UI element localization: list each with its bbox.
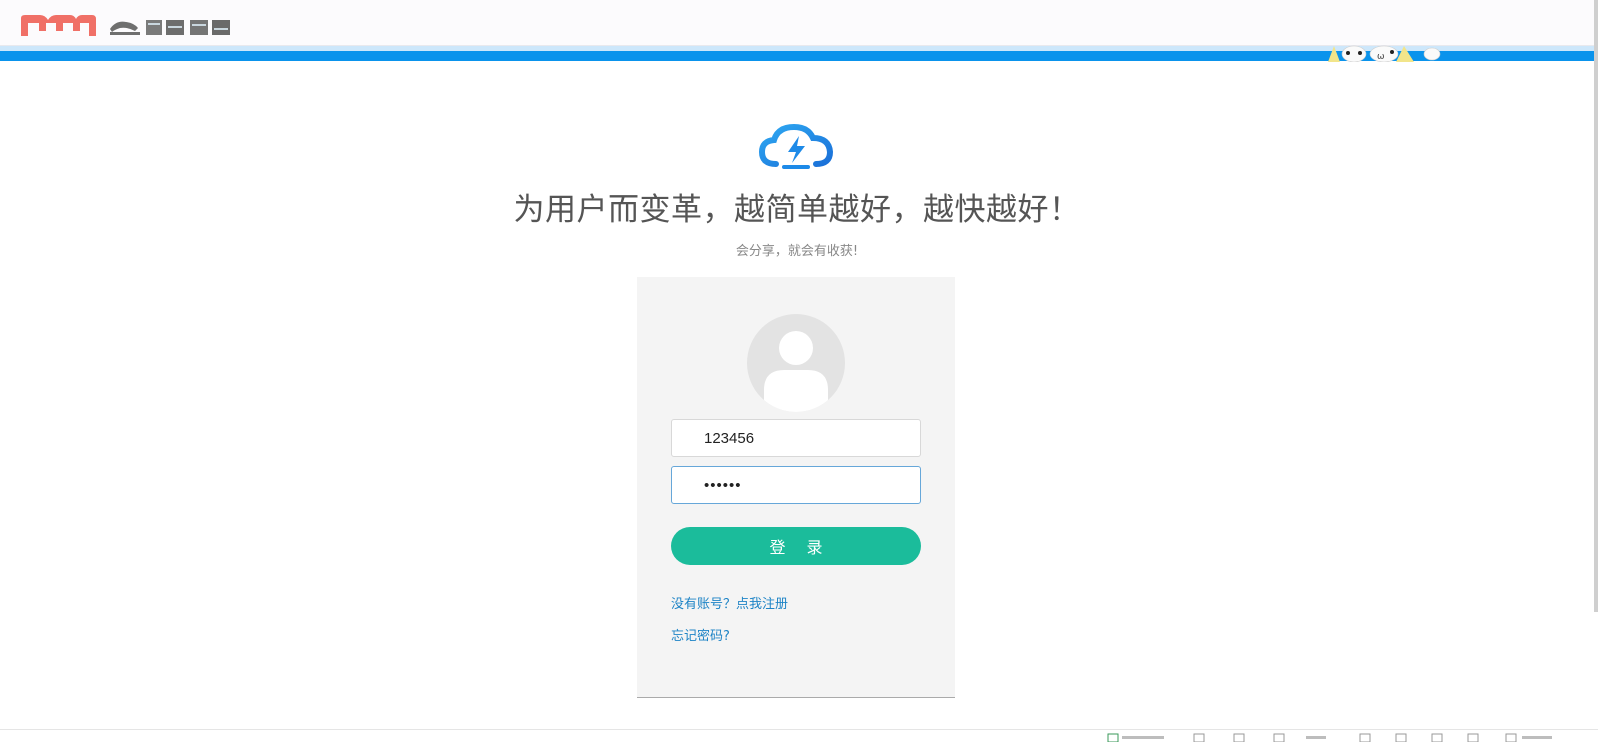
mascot-faces-icon: ω (1328, 45, 1441, 62)
user-avatar-icon (747, 314, 845, 412)
page-subheadline: 会分享，就会有收获! (735, 244, 859, 259)
page-scrollbar[interactable] (1594, 0, 1598, 612)
username-input[interactable] (671, 419, 921, 457)
password-input[interactable] (671, 466, 921, 504)
login-button[interactable]: 登 录 (671, 527, 921, 565)
brand-wordmark-icon[interactable] (108, 14, 232, 38)
page-headline: 为用户而变革，越简单越好，越快越好！ (513, 192, 1081, 228)
m-logo-icon[interactable] (18, 12, 98, 38)
lightning-cloud-icon (758, 123, 834, 169)
forgot-password-link[interactable]: 忘记密码? (671, 625, 730, 644)
svg-text:ω: ω (1377, 52, 1385, 62)
login-card: 登 录 没有账号？点我注册 忘记密码? (637, 277, 955, 698)
register-link[interactable]: 没有账号？点我注册 (671, 593, 788, 612)
top-bar (0, 0, 1594, 46)
browser-status-bar (0, 729, 1598, 742)
